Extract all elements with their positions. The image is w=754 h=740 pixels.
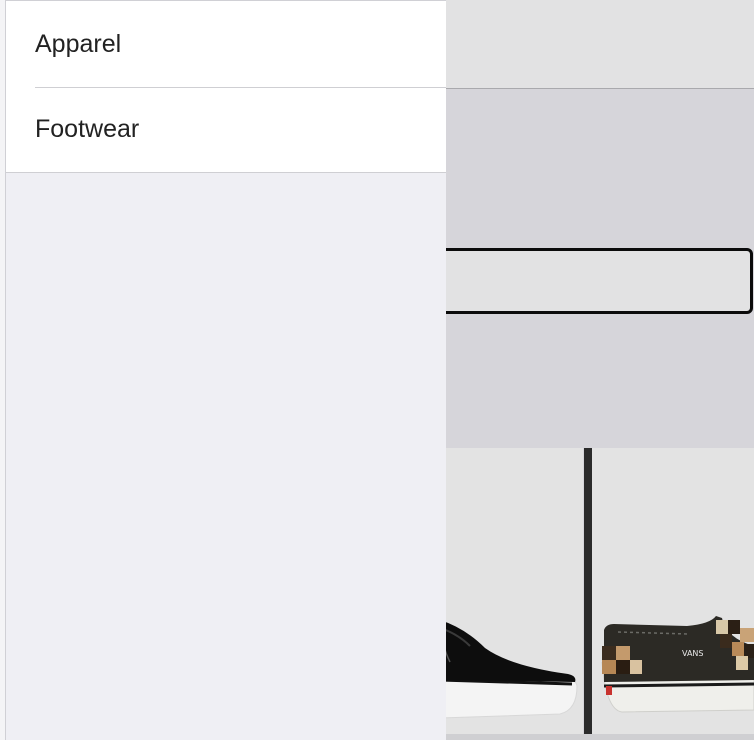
category-menu-list: Apparel Footwear [6,1,446,173]
page: ar [0,0,754,740]
product-card-divider [584,448,592,734]
product-card[interactable] [440,448,583,734]
black-slip-on-shoe-image [440,620,578,719]
background-footer-strip [440,734,754,740]
menu-item-label: Footwear [35,115,140,143]
category-menu: Apparel Footwear [5,0,446,740]
svg-text:VANS: VANS [682,649,704,658]
menu-item-apparel[interactable]: Apparel [6,1,446,87]
checkered-slip-on-shoe-image: VANS [601,616,754,713]
product-card[interactable]: VANS [592,448,754,734]
menu-item-label: Apparel [35,29,122,58]
menu-item-footwear[interactable]: Footwear [6,87,446,172]
